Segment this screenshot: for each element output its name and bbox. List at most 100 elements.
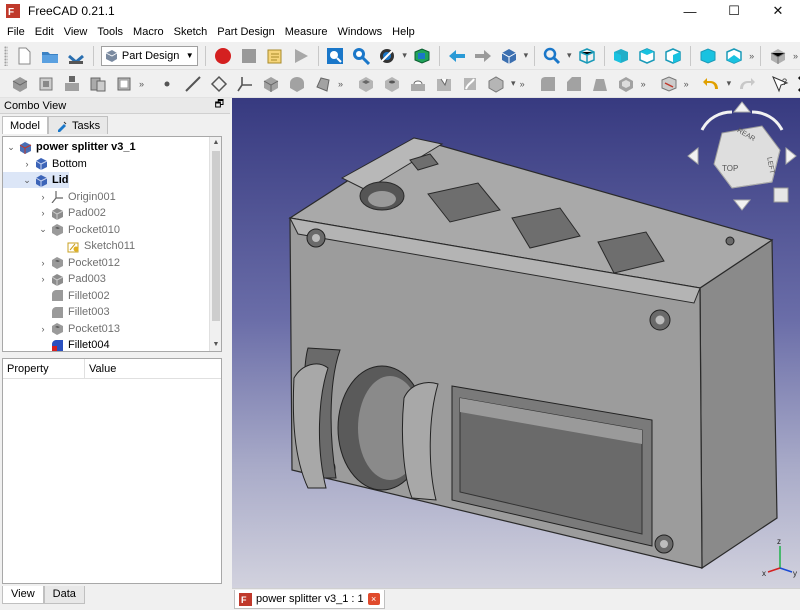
tab-view[interactable]: View [2,586,44,604]
bounding-box-icon[interactable] [411,45,433,67]
tree-item[interactable]: › Pad002 [3,205,106,221]
clone-icon[interactable] [61,73,83,95]
chevron-right-icon[interactable]: › [21,159,33,169]
chamfer-icon[interactable] [563,73,585,95]
groove-icon[interactable] [407,73,429,95]
datum-line-icon[interactable] [182,73,204,95]
fit-selection-icon[interactable] [350,45,372,67]
chevron-down-icon[interactable]: ▾ [524,50,529,61]
view-isometric-icon[interactable] [576,45,598,67]
macro-stop-icon[interactable] [238,45,260,67]
view-rear-icon[interactable] [697,45,719,67]
navcube-menu-icon[interactable] [773,187,789,203]
tab-data[interactable]: Data [43,586,85,604]
chevron-right-icon[interactable]: › [37,258,49,268]
part-icon[interactable] [767,45,789,67]
redo-icon[interactable] [735,73,757,95]
workbench-selector[interactable]: Part Design ▼ [100,45,198,66]
draft-icon[interactable] [589,73,611,95]
chevron-up-icon[interactable]: ▲ [210,137,221,149]
chevron-right-icon[interactable]: › [37,274,49,284]
tree-item[interactable]: › Pocket012 [3,255,120,271]
thickness-icon[interactable] [615,73,637,95]
tree-item[interactable]: Fillet002 [3,288,110,304]
scrollbar-thumb[interactable] [212,151,220,321]
subtractive-pipe-icon[interactable] [459,73,481,95]
navcube-rotate-left-icon[interactable] [700,110,733,131]
tree-item[interactable]: ⌄ Pocket010 [3,222,120,238]
chevron-down-icon[interactable]: ▾ [402,50,407,61]
view-front-icon[interactable] [610,45,632,67]
save-icon[interactable] [65,45,87,67]
subshape-binder-icon[interactable] [113,73,135,95]
view-right-icon[interactable] [662,45,684,67]
value-column-header[interactable]: Value [85,359,116,378]
property-column-header[interactable]: Property [3,359,85,378]
new-document-icon[interactable] [13,45,35,67]
measure-icon[interactable] [658,73,680,95]
tab-model[interactable]: Model [2,116,48,134]
tree-item[interactable]: › Origin001 [3,189,116,205]
loft-icon[interactable] [312,73,334,95]
tree-item[interactable]: › Pocket013 [3,321,120,337]
zoom-icon[interactable] [541,45,563,67]
pad-icon[interactable] [260,73,282,95]
pocket-icon[interactable] [355,73,377,95]
toolbar-overflow[interactable]: » [139,79,144,89]
subtractive-box-icon[interactable] [485,73,507,95]
navcube-arrow-left-icon[interactable] [687,146,699,166]
fit-all-icon[interactable] [324,45,346,67]
menu-file[interactable]: File [2,22,30,42]
view-bottom-icon[interactable] [723,45,745,67]
toolbar-grip[interactable] [4,45,9,66]
chevron-down-icon[interactable]: ⌄ [21,175,33,186]
chevron-down-icon[interactable]: ▾ [727,78,732,89]
tree-item[interactable]: ⌄ power splitter v3_1 [3,139,136,155]
fillet-icon[interactable] [537,73,559,95]
draw-style-icon[interactable] [376,45,398,67]
menu-tools[interactable]: Tools [92,22,128,42]
navcube-face-top[interactable]: TOP [722,164,738,173]
chevron-down-icon[interactable]: ▾ [567,50,572,61]
close-workbench-icon[interactable] [795,73,800,95]
datum-plane-icon[interactable] [208,73,230,95]
close-button[interactable]: ✕ [756,0,800,22]
forward-arrow-icon[interactable] [472,45,494,67]
navcube-arrow-down-icon[interactable] [732,199,752,211]
chevron-down-icon[interactable]: ▼ [210,339,221,351]
menu-part-design[interactable]: Part Design [212,22,279,42]
tree-item[interactable]: Sketch011 [3,238,135,254]
tree-scrollbar[interactable]: ▲ ▼ [209,137,221,351]
menu-view[interactable]: View [59,22,93,42]
tree-item[interactable]: ⌄ Lid [3,172,69,188]
tree-item[interactable]: › Pad003 [3,271,106,287]
chevron-down-icon[interactable]: ▾ [511,78,516,89]
navcube-arrow-up-icon[interactable] [732,101,752,113]
menu-sketch[interactable]: Sketch [169,22,213,42]
local-cs-icon[interactable] [234,73,256,95]
close-tab-icon[interactable]: × [367,593,380,605]
toolbar-overflow[interactable]: » [641,79,646,89]
toolbar-overflow[interactable]: » [749,51,754,61]
datum-point-icon[interactable] [156,73,178,95]
restore-icon[interactable]: 🗗 [215,97,224,114]
macro-edit-icon[interactable] [264,45,286,67]
back-arrow-icon[interactable] [446,45,468,67]
menu-edit[interactable]: Edit [30,22,59,42]
maximize-button[interactable]: ☐ [712,0,756,22]
tree-item[interactable]: Fillet003 [3,304,110,320]
chevron-down-icon[interactable]: ⌄ [37,224,49,235]
view-top-icon[interactable] [636,45,658,67]
menu-help[interactable]: Help [387,22,420,42]
tree-item[interactable]: › Bottom [3,156,87,172]
toolbar-overflow[interactable]: » [338,79,343,89]
hole-icon[interactable] [381,73,403,95]
menu-macro[interactable]: Macro [128,22,169,42]
chevron-right-icon[interactable]: › [37,208,49,218]
menu-measure[interactable]: Measure [280,22,333,42]
create-body-icon[interactable] [9,73,31,95]
undo-icon[interactable] [701,73,723,95]
3d-viewport[interactable]: TOP REAR LEFT z x y [232,98,800,588]
create-part-icon[interactable] [35,73,57,95]
macro-record-icon[interactable] [212,45,234,67]
